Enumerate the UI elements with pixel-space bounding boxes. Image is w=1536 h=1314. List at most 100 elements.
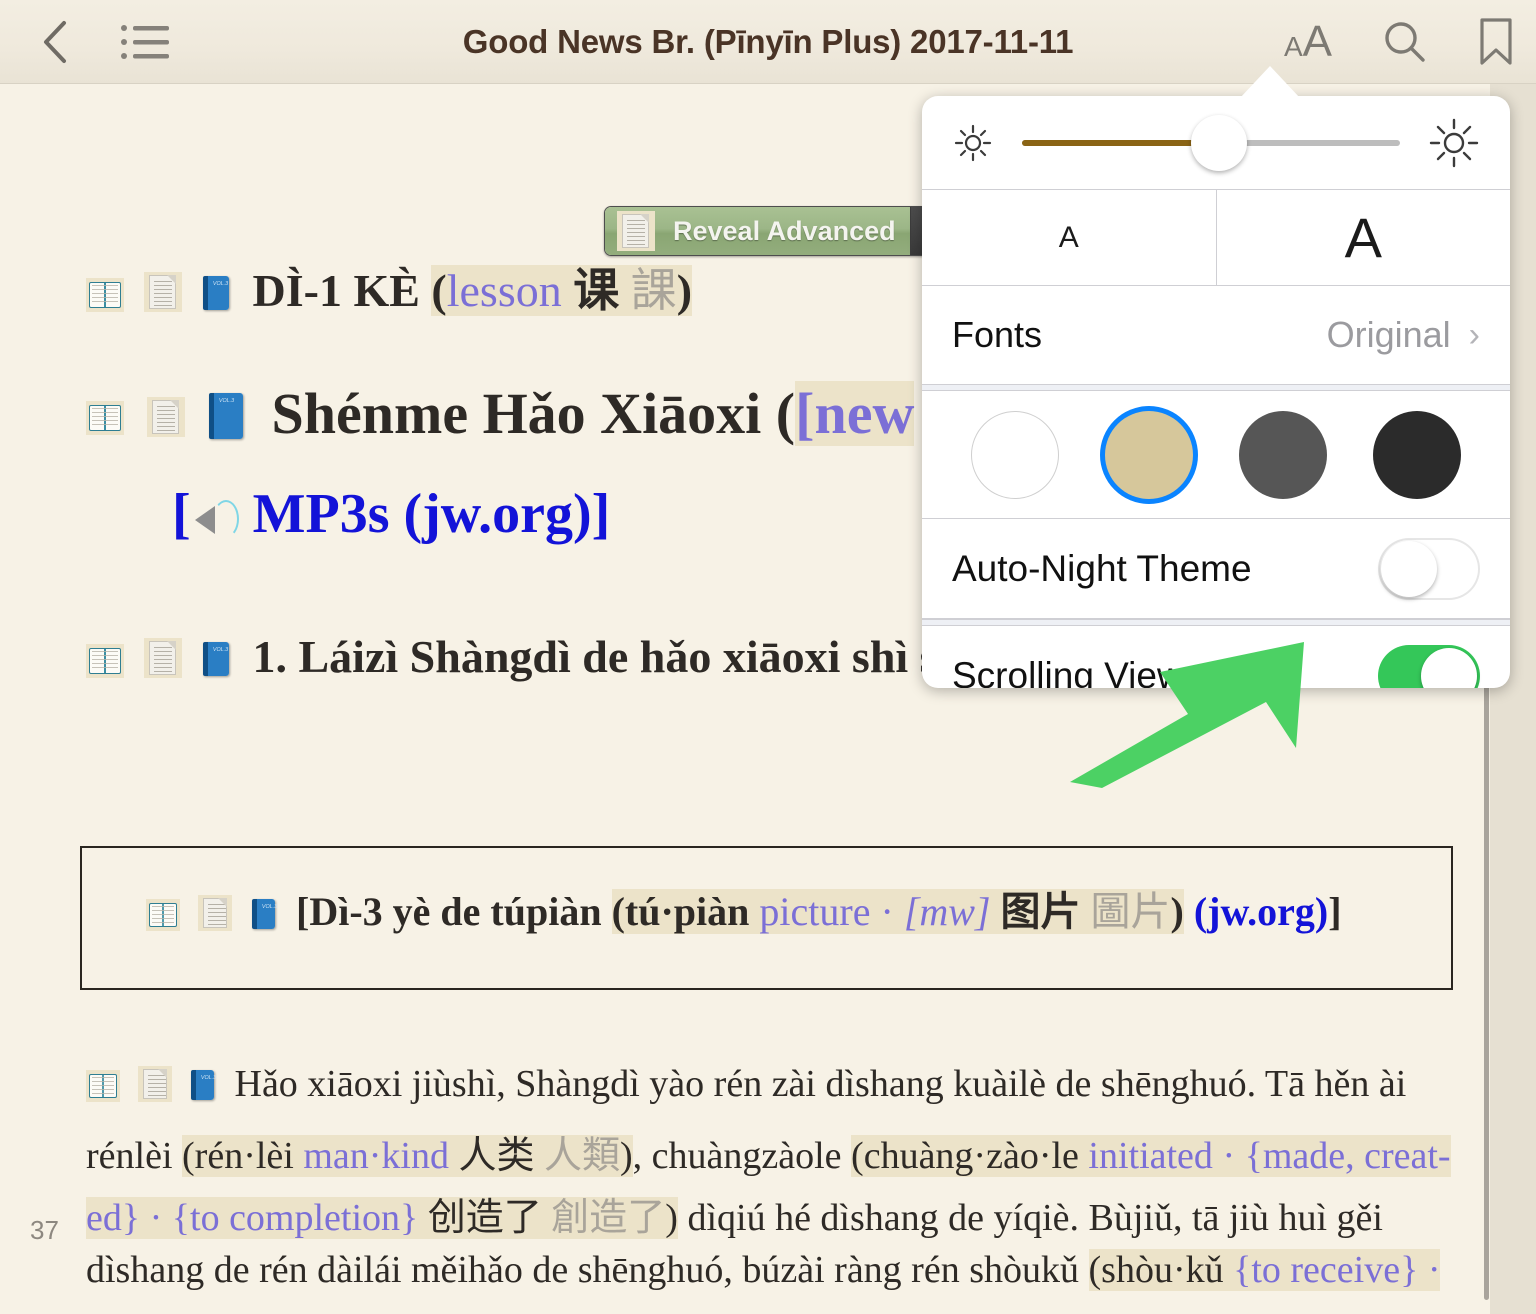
heading-point-1: 1. Láizì Shàngdì de hǎo xiāoxi shì s: [86, 630, 938, 683]
gloss-picture: picture: [759, 889, 871, 934]
reveal-advanced-button[interactable]: Reveal Advanced: [605, 207, 911, 255]
gloss-to-completion: {to completion}: [171, 1197, 419, 1239]
theme-swatch-sepia[interactable]: [1105, 410, 1193, 499]
fonts-row[interactable]: Fonts Original ›: [922, 286, 1510, 384]
simplified-tupian: 图片: [990, 889, 1091, 934]
blue-book-icon: [250, 897, 278, 931]
sun-small-icon: [950, 120, 996, 166]
paragraph-line-2: rénlèi (rén·lèi man·kind 人类 人類), chuàngz…: [86, 1124, 1451, 1179]
search-icon: [1385, 21, 1425, 62]
gloss-made-created: {made, creat-: [1244, 1135, 1451, 1177]
simplified-ke: 课: [561, 265, 631, 316]
popover-separator: [922, 384, 1510, 391]
page-number: 37: [30, 1215, 59, 1245]
traditional-chuangzaole: 創造了: [551, 1197, 666, 1239]
document-icon: [617, 211, 655, 251]
gloss-mankind: man·kind: [303, 1135, 449, 1177]
blue-book-icon: [201, 640, 233, 678]
theme-swatch-white[interactable]: [971, 410, 1059, 499]
paragraph-line-1: Hǎo xiāoxi jiùshì, Shàngdì yào rén zài d…: [86, 1062, 1406, 1106]
bookmark-button[interactable]: [1478, 14, 1514, 70]
brightness-slider-knob[interactable]: [1190, 114, 1247, 171]
top-toolbar: Good News Br. (Pīnyīn Plus) 2017-11-11 A…: [0, 0, 1536, 84]
document-icon: [143, 638, 182, 678]
paragraph-text-4: dìshang de rén dàilái měihǎo de shēnghuó…: [86, 1249, 1089, 1291]
gloss-separator: ·: [1212, 1135, 1245, 1177]
paragraph-line-3: ed} · {to completion} 创造了 創造了) dìqiú hé …: [86, 1186, 1383, 1241]
traditional-ke: 課: [630, 265, 677, 316]
reveal-advanced-control[interactable]: Reveal Advanced ▼: [604, 206, 960, 256]
paren-close: ): [676, 265, 693, 316]
theme-swatch-gray[interactable]: [1239, 410, 1327, 499]
paren-close: ): [620, 1135, 633, 1177]
gloss-to-receive: {to receive}: [1233, 1249, 1419, 1291]
increase-font-size-button[interactable]: A: [1217, 190, 1511, 285]
document-icon: [198, 895, 232, 931]
paragraph-text-1: Hǎo xiāoxi jiùshì, Shàngdì yào rén zài d…: [234, 1063, 1407, 1105]
gloss-separator: ·: [1418, 1249, 1441, 1291]
display-settings-popover: A A Fonts Original › Auto-Night Theme Sc…: [922, 96, 1510, 688]
gloss-initiated: initiated: [1088, 1135, 1213, 1177]
paren-close: ): [665, 1197, 678, 1239]
gloss-lesson: lesson: [446, 265, 562, 316]
brightness-slider[interactable]: [1022, 114, 1400, 171]
speaker-icon: [191, 498, 245, 542]
annotation-arrow-icon: [1070, 642, 1304, 788]
gloss-ed: ed}: [86, 1197, 141, 1239]
simplified-renlei: 人类: [448, 1135, 544, 1177]
paren-close: ): [1170, 889, 1184, 934]
auto-night-theme-label: Auto-Night Theme: [952, 547, 1252, 589]
heading-lesson-text: DÌ-1 KÈ: [252, 265, 432, 316]
mp3-link-line[interactable]: [ MP3s (jw.org)]: [172, 482, 610, 546]
toggle-thumb: [1381, 540, 1437, 597]
chevron-right-icon: ›: [1468, 315, 1480, 354]
paren-open: (: [431, 265, 447, 316]
paragraph-text-3b: dìqiú hé dìshang de yíqiè. Bùjiǔ, tā jiù…: [677, 1197, 1383, 1239]
text-size-button[interactable]: AA: [1284, 14, 1332, 70]
bracket-close: ]: [591, 483, 611, 545]
paragraph-line-5: {being bitter → [suffering]} 受苦). Qǐng d…: [86, 1310, 1060, 1314]
aA-text-size-icon: AA: [1283, 16, 1332, 66]
blue-book-icon: [201, 274, 233, 312]
search-button[interactable]: [1382, 14, 1428, 70]
reveal-advanced-label: Reveal Advanced: [673, 215, 896, 246]
mp3-link-label[interactable]: MP3s (jw.org): [253, 483, 592, 545]
heading-title-text: Shénme Hǎo Xiāoxi (: [271, 381, 796, 446]
open-book-icon: [86, 401, 124, 435]
popover-arrow: [1240, 66, 1300, 98]
jw-org-link[interactable]: (jw.org): [1184, 889, 1328, 934]
fonts-label: Fonts: [952, 314, 1043, 355]
vertical-scrollbar[interactable]: [1484, 600, 1489, 1300]
font-size-row: A A: [922, 190, 1510, 286]
toggle-thumb: [1421, 648, 1477, 688]
simplified-chuangzaole: 创造了: [418, 1197, 552, 1239]
fonts-value: Original: [1326, 314, 1451, 355]
blue-book-icon: [189, 1068, 217, 1102]
gloss-separator: ·: [140, 1197, 172, 1239]
auto-night-theme-row: Auto-Night Theme: [922, 519, 1510, 619]
scrolling-view-toggle[interactable]: [1378, 645, 1480, 688]
picture-reference-line: [Dì-3 yè de túpiàn (tú·piàn picture · [m…: [146, 879, 1342, 937]
traditional-tupian: 圖片: [1090, 889, 1171, 934]
open-book-icon: [86, 1070, 120, 1102]
picture-ref-text: [Dì-3 yè de túpiàn: [296, 889, 612, 934]
paragraph-text-2: rénlèi: [86, 1135, 183, 1177]
sun-large-icon: [1426, 115, 1482, 171]
blue-book-icon: [207, 391, 249, 441]
bracket-open: [: [172, 483, 191, 545]
open-book-icon: [86, 644, 124, 678]
heading-lesson: DÌ-1 KÈ (lesson 课 課): [86, 254, 693, 320]
auto-night-theme-toggle[interactable]: [1378, 537, 1480, 600]
paragraph-text-2b: , chuàngzàole: [632, 1135, 852, 1177]
open-book-icon: [86, 278, 124, 312]
brightness-slider-fill: [1022, 139, 1219, 146]
heading-title: Shénme Hǎo Xiāoxi ([new: [86, 380, 915, 447]
traditional-renlei: 人類: [543, 1135, 620, 1177]
pinyin-chuangzaole: (chuàng·zào·le: [851, 1135, 1089, 1177]
pinyin-tupian: (tú·piàn: [611, 889, 760, 934]
theme-swatch-black[interactable]: [1373, 410, 1461, 499]
document-icon: [143, 272, 182, 312]
document-icon: [146, 397, 185, 437]
open-book-icon: [146, 899, 180, 931]
decrease-font-size-button[interactable]: A: [922, 190, 1217, 285]
